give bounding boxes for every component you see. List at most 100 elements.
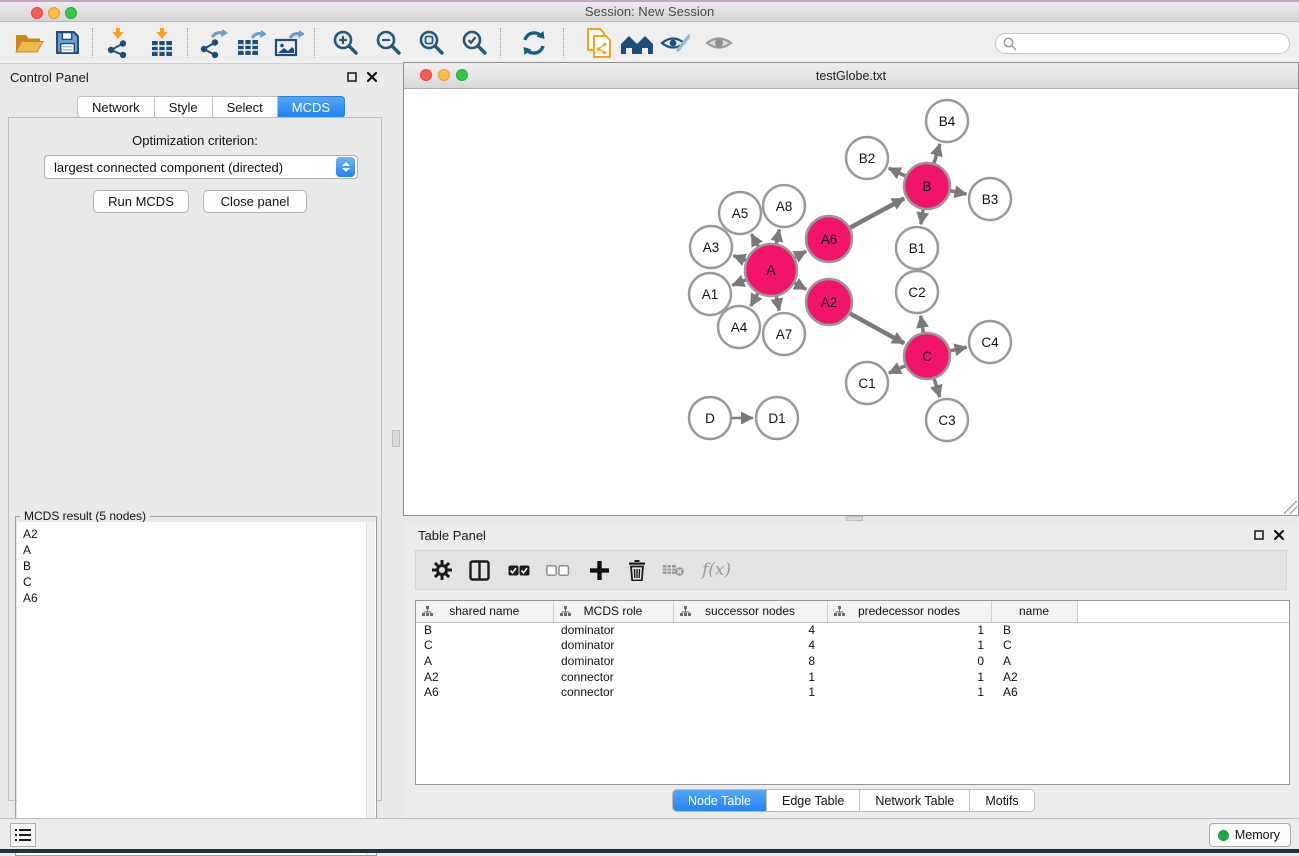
cell-predecessor_nodes[interactable]: 1 bbox=[827, 669, 991, 685]
function-builder-icon[interactable]: f(x) bbox=[702, 560, 731, 580]
close-panel-icon[interactable] bbox=[1271, 527, 1287, 543]
refresh-layout-icon[interactable] bbox=[515, 25, 553, 61]
splitter-handle[interactable] bbox=[392, 430, 400, 447]
network-canvas[interactable]: B4B2BB3A5A8A6A3B1AC2A1A2A4A7C4CC1DD1C3 bbox=[404, 89, 1298, 515]
column-header-predecessor-nodes[interactable]: predecessor nodes bbox=[827, 601, 991, 622]
cell-shared_name[interactable]: C bbox=[416, 638, 553, 654]
mcds-result-item[interactable]: A6 bbox=[17, 590, 376, 606]
show-column-icon[interactable] bbox=[469, 560, 490, 581]
column-header-name[interactable]: name bbox=[991, 601, 1077, 622]
column-header-successor-nodes[interactable]: successor nodes bbox=[673, 601, 827, 622]
tab-node-table[interactable]: Node Table bbox=[673, 790, 766, 811]
import-table-icon[interactable] bbox=[143, 25, 181, 61]
network-graph[interactable]: B4B2BB3A5A8A6A3B1AC2A1A2A4A7C4CC1DD1C3 bbox=[404, 89, 1298, 515]
mcds-result-item[interactable]: A2 bbox=[17, 526, 376, 542]
cell-name[interactable]: A6 bbox=[991, 684, 1077, 700]
cell-shared_name[interactable]: B bbox=[416, 622, 553, 638]
network-window-titlebar[interactable]: testGlobe.txt bbox=[404, 63, 1298, 89]
first-neighbors-icon[interactable] bbox=[618, 25, 656, 61]
zoom-out-icon[interactable] bbox=[370, 25, 408, 61]
cell-mcds_role[interactable]: dominator bbox=[553, 653, 673, 669]
close-panel-button[interactable]: Close panel bbox=[203, 190, 307, 213]
cell-successor_nodes[interactable]: 1 bbox=[673, 684, 827, 700]
float-panel-icon[interactable] bbox=[1251, 527, 1267, 543]
cell-mcds_role[interactable]: connector bbox=[553, 669, 673, 685]
mcds-result-list[interactable]: A2ABCA6 bbox=[17, 522, 376, 855]
select-all-icon[interactable] bbox=[508, 565, 530, 576]
cell-predecessor_nodes[interactable]: 1 bbox=[827, 638, 991, 654]
attribute-type-icon bbox=[834, 606, 845, 620]
export-table-icon[interactable] bbox=[232, 25, 270, 61]
cell-shared_name[interactable]: A6 bbox=[416, 684, 553, 700]
minimize-window-button[interactable] bbox=[48, 7, 60, 19]
show-all-icon[interactable] bbox=[700, 25, 738, 61]
mcds-result-item[interactable]: B bbox=[17, 558, 376, 574]
delete-table-icon[interactable] bbox=[662, 563, 684, 577]
cell-mcds_role[interactable]: connector bbox=[553, 684, 673, 700]
table-row[interactable]: Bdominator41B bbox=[416, 622, 1290, 638]
graph-node-label-C2: C2 bbox=[908, 285, 925, 300]
import-network-icon[interactable] bbox=[99, 25, 137, 61]
cell-shared_name[interactable]: A bbox=[416, 653, 553, 669]
cell-successor_nodes[interactable]: 4 bbox=[673, 638, 827, 654]
cell-successor_nodes[interactable]: 4 bbox=[673, 622, 827, 638]
run-mcds-button[interactable]: Run MCDS bbox=[93, 190, 189, 213]
mcds-result-item[interactable]: A bbox=[17, 542, 376, 558]
vertical-splitter[interactable] bbox=[390, 64, 403, 818]
table-row[interactable]: A2connector11A2 bbox=[416, 669, 1290, 685]
cell-name[interactable]: A2 bbox=[991, 669, 1077, 685]
tab-edge-table[interactable]: Edge Table bbox=[766, 790, 859, 811]
tab-network[interactable]: Network bbox=[77, 96, 155, 118]
open-folder-icon[interactable] bbox=[10, 25, 48, 61]
cell-name[interactable]: B bbox=[991, 622, 1077, 638]
zoom-fit-icon[interactable] bbox=[413, 25, 451, 61]
tab-motifs[interactable]: Motifs bbox=[969, 790, 1033, 811]
zoom-selected-icon[interactable] bbox=[456, 25, 494, 61]
resize-grip[interactable] bbox=[1284, 501, 1297, 514]
minimize-network-button[interactable] bbox=[438, 69, 450, 81]
cell-mcds_role[interactable]: dominator bbox=[553, 622, 673, 638]
add-column-icon[interactable] bbox=[590, 561, 609, 580]
node-table[interactable]: shared name MCDS role successor nodes pr… bbox=[415, 600, 1290, 785]
memory-button[interactable]: Memory bbox=[1209, 823, 1291, 847]
cell-shared_name[interactable]: A2 bbox=[416, 669, 553, 685]
copy-network-icon[interactable] bbox=[580, 25, 618, 61]
close-window-button[interactable] bbox=[31, 7, 43, 19]
tab-mcds[interactable]: MCDS bbox=[278, 96, 345, 118]
close-panel-icon[interactable] bbox=[364, 69, 380, 85]
table-row[interactable]: Adominator80A bbox=[416, 653, 1290, 669]
zoom-window-button[interactable] bbox=[65, 7, 77, 19]
criterion-dropdown[interactable]: largest connected component (directed) bbox=[44, 155, 358, 179]
search-input[interactable] bbox=[995, 33, 1290, 54]
cell-name[interactable]: C bbox=[991, 638, 1077, 654]
table-row[interactable]: A6connector11A6 bbox=[416, 684, 1290, 700]
tab-style[interactable]: Style bbox=[155, 96, 213, 118]
export-network-icon[interactable] bbox=[194, 25, 232, 61]
save-session-icon[interactable] bbox=[48, 25, 86, 61]
cell-successor_nodes[interactable]: 8 bbox=[673, 653, 827, 669]
hide-selected-icon[interactable] bbox=[656, 25, 694, 61]
mcds-result-item[interactable]: C bbox=[17, 574, 376, 590]
deselect-all-icon[interactable] bbox=[546, 565, 570, 576]
task-history-button[interactable] bbox=[10, 823, 36, 847]
zoom-network-button[interactable] bbox=[456, 69, 468, 81]
cell-successor_nodes[interactable]: 1 bbox=[673, 669, 827, 685]
delete-column-icon[interactable] bbox=[628, 560, 646, 581]
cell-predecessor_nodes[interactable]: 1 bbox=[827, 684, 991, 700]
table-row[interactable]: Cdominator41C bbox=[416, 638, 1290, 654]
tab-select[interactable]: Select bbox=[213, 96, 278, 118]
column-header-shared-name[interactable]: shared name bbox=[416, 601, 553, 622]
cell-predecessor_nodes[interactable]: 1 bbox=[827, 622, 991, 638]
float-panel-icon[interactable] bbox=[344, 69, 360, 85]
splitter-handle[interactable] bbox=[846, 516, 863, 521]
cell-name[interactable]: A bbox=[991, 653, 1077, 669]
cell-mcds_role[interactable]: dominator bbox=[553, 638, 673, 654]
mcds-list-scrollbar[interactable] bbox=[366, 522, 375, 855]
settings-gear-icon[interactable] bbox=[432, 560, 452, 580]
cell-predecessor_nodes[interactable]: 0 bbox=[827, 653, 991, 669]
tab-network-table[interactable]: Network Table bbox=[859, 790, 969, 811]
close-network-button[interactable] bbox=[420, 69, 432, 81]
zoom-in-icon[interactable] bbox=[327, 25, 365, 61]
column-header-mcds-role[interactable]: MCDS role bbox=[553, 601, 673, 622]
export-image-icon[interactable] bbox=[270, 25, 308, 61]
